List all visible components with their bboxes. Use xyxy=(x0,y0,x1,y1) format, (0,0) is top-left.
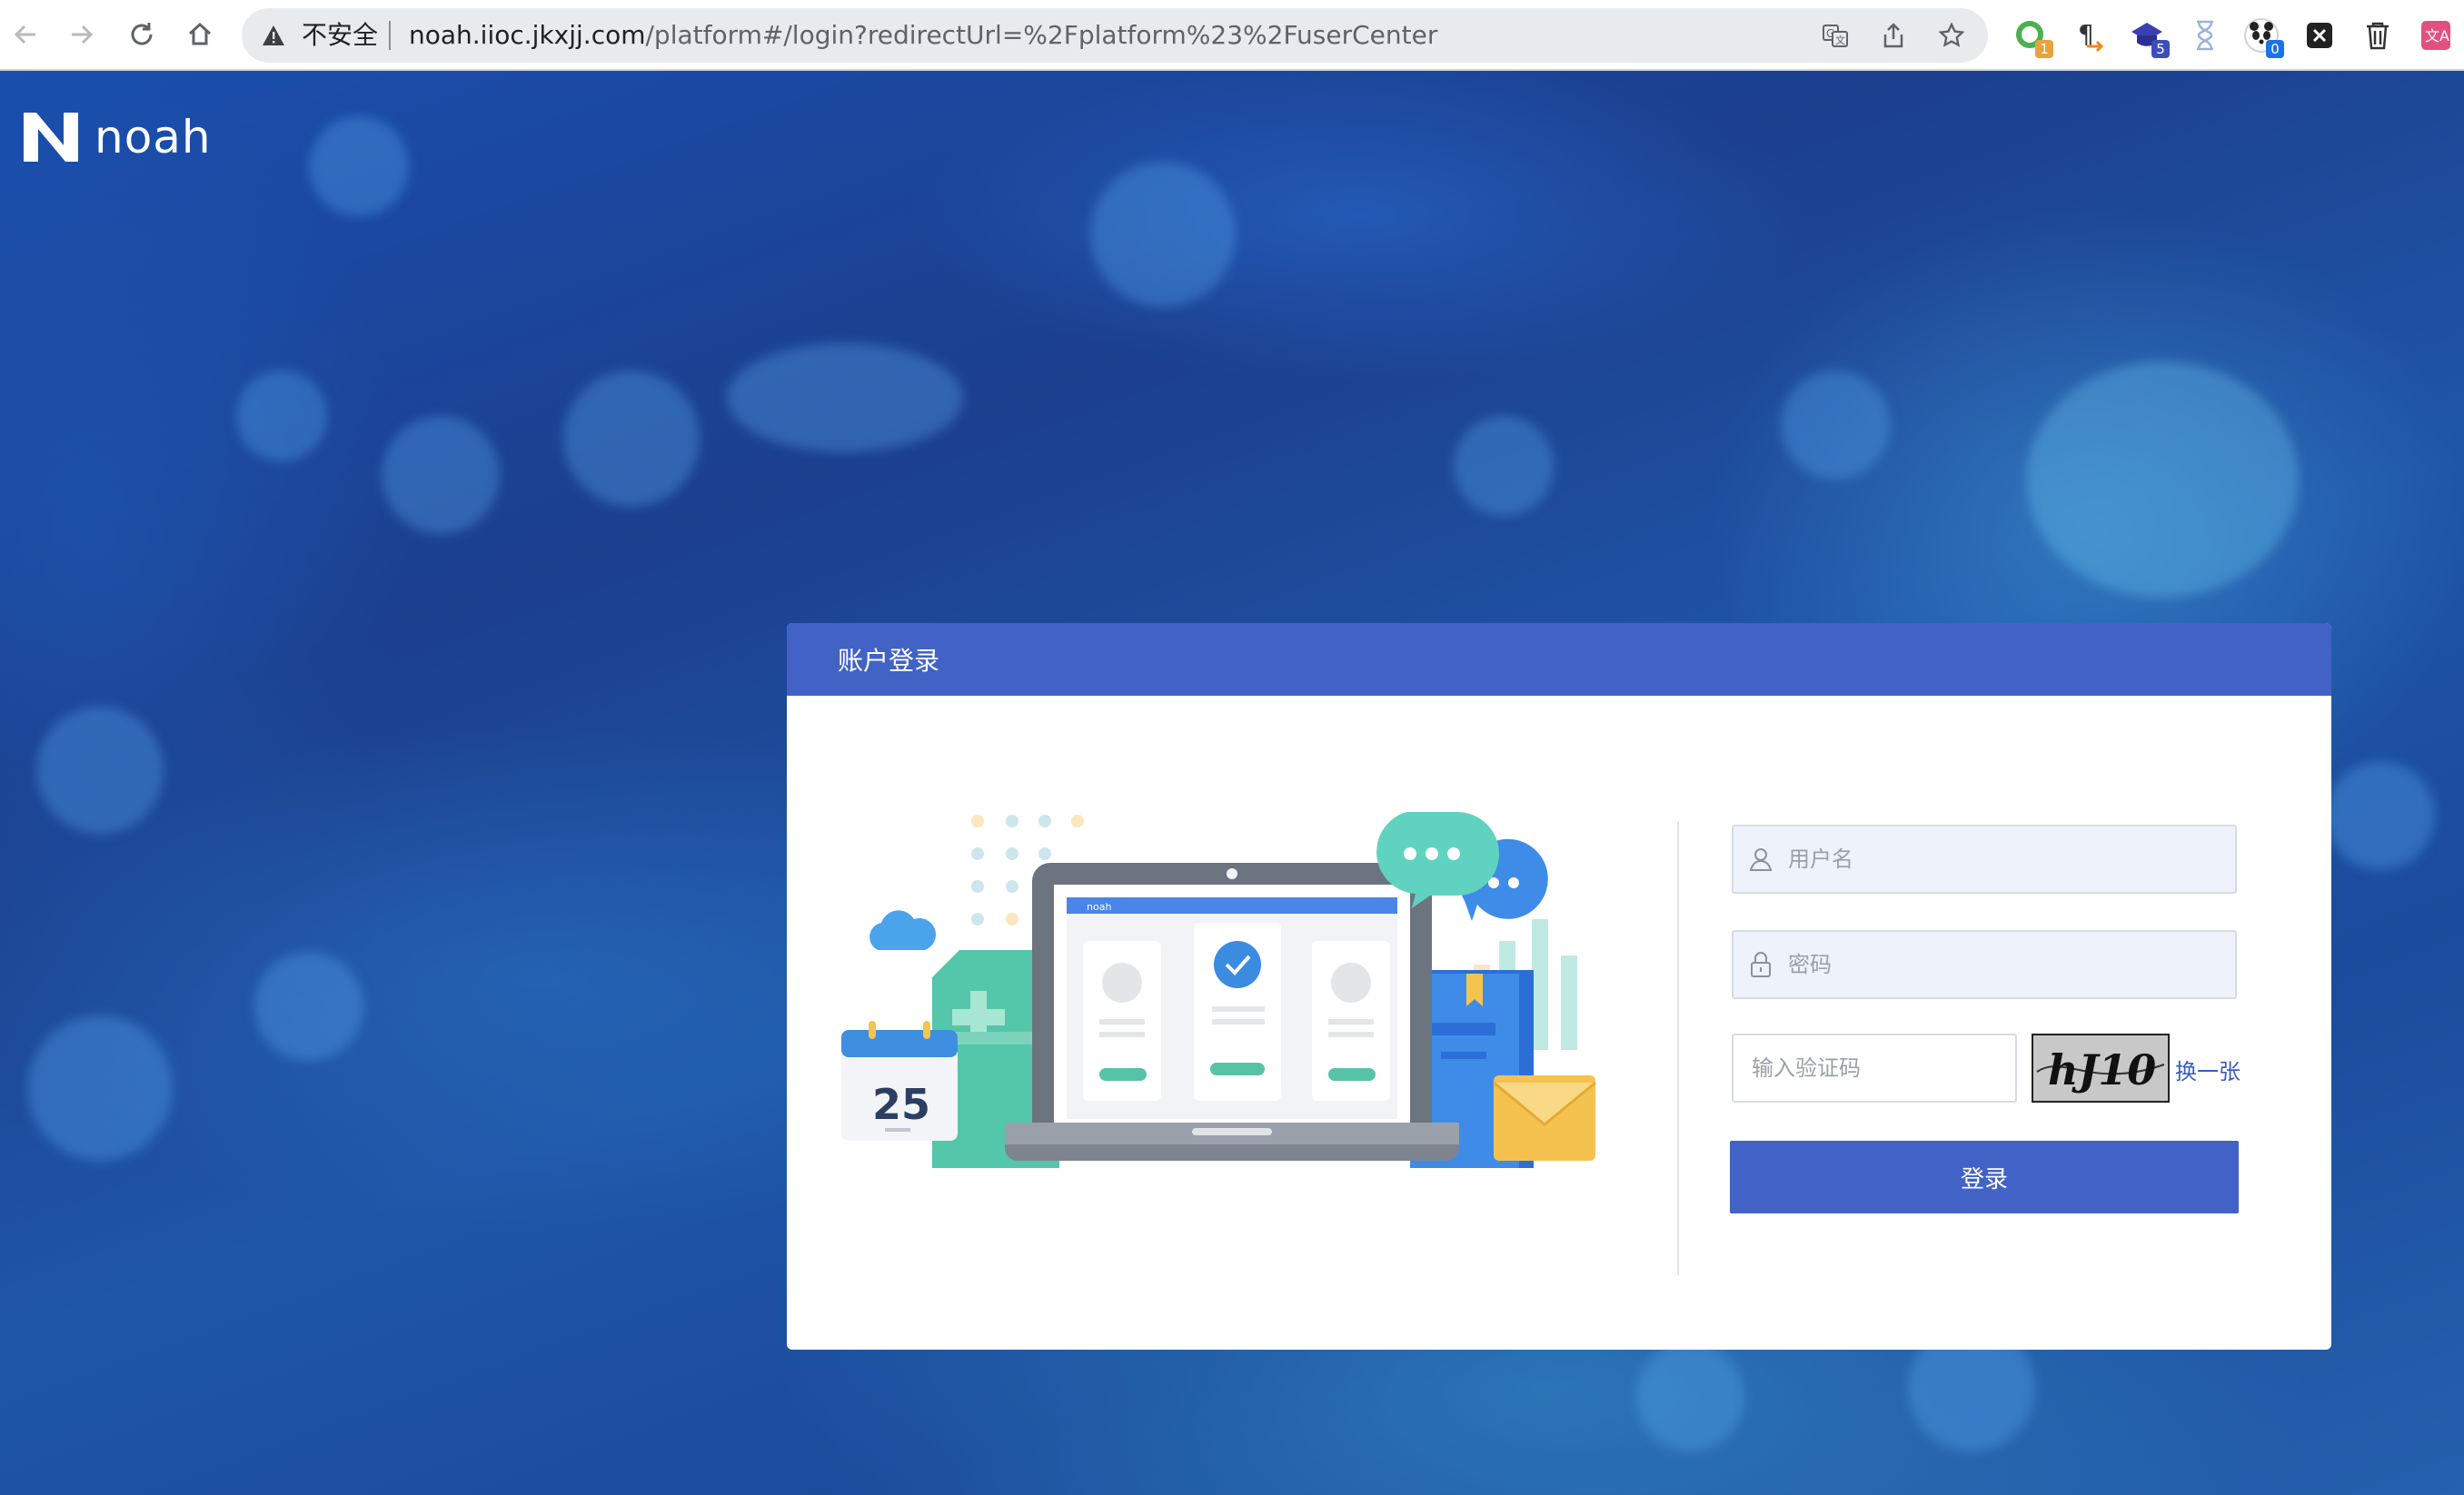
bokeh-light xyxy=(1635,1342,1744,1451)
hourglass-extension-icon[interactable] xyxy=(2186,16,2224,54)
noah-logo-icon xyxy=(24,113,78,162)
mini-brand: noah xyxy=(1087,901,1111,913)
bokeh-light xyxy=(382,416,500,534)
url-separator xyxy=(389,21,391,50)
bokeh-light xyxy=(1454,416,1554,516)
bokeh-light xyxy=(1090,162,1236,307)
bokeh-light xyxy=(563,371,700,507)
laptop-icon: noah xyxy=(1005,863,1459,1161)
reload-icon xyxy=(131,23,153,45)
password-input[interactable] xyxy=(1788,932,2235,997)
pilcrow-extension-icon[interactable]: ¶ xyxy=(2070,16,2108,54)
captcha-field[interactable] xyxy=(1732,1034,2017,1103)
username-field[interactable] xyxy=(1732,825,2237,894)
brand-logo[interactable]: noah xyxy=(22,111,212,163)
form-divider xyxy=(1677,821,1679,1275)
calendar-day: 25 xyxy=(872,1080,930,1129)
extension-badge: 5 xyxy=(2151,40,2170,58)
bokeh-light xyxy=(1781,371,1890,480)
bokeh-light xyxy=(236,371,327,461)
bokeh-light xyxy=(2326,761,2435,870)
bookmark-star-icon[interactable] xyxy=(1935,19,1968,52)
username-input[interactable] xyxy=(1788,827,2235,892)
home-button[interactable] xyxy=(180,15,220,54)
user-icon xyxy=(1734,827,1788,892)
back-button[interactable] xyxy=(5,15,45,54)
forward-button[interactable] xyxy=(62,15,102,54)
translate-page-icon[interactable]: G文 xyxy=(1819,19,1852,52)
url-text[interactable]: noah.iioc.jkxjj.com/platform#/login?redi… xyxy=(409,19,1437,52)
security-label[interactable]: 不安全 xyxy=(302,19,378,52)
login-card-header: 账户登录 xyxy=(787,623,2331,696)
translate-extension-icon[interactable]: 文A xyxy=(2417,16,2455,54)
panda-extension-icon[interactable]: 0 xyxy=(2242,16,2284,58)
svg-text:文: 文 xyxy=(1835,34,1845,46)
login-button[interactable]: 登录 xyxy=(1730,1141,2239,1213)
extension-badge: 1 xyxy=(2035,40,2053,58)
bokeh-light xyxy=(309,116,409,216)
captcha-image[interactable]: hJ10 xyxy=(2032,1034,2170,1103)
home-icon xyxy=(188,22,212,45)
url-path: /platform#/login?redirectUrl=%2Fplatform… xyxy=(645,20,1438,50)
arrow-left-icon xyxy=(14,25,35,45)
extension-badge: 0 xyxy=(2266,40,2284,58)
login-illustration: 25 noah xyxy=(841,812,1596,1168)
bokeh-light xyxy=(727,343,963,452)
browser-toolbar: 不安全 noah.iioc.jkxjj.com/platform#/login?… xyxy=(0,0,2464,71)
share-icon[interactable] xyxy=(1877,19,1910,52)
calendar-icon: 25 xyxy=(841,1021,958,1141)
svg-text:¶: ¶ xyxy=(2078,19,2094,49)
svg-text:文A: 文A xyxy=(2425,27,2449,45)
bokeh-light xyxy=(254,952,363,1061)
address-bar[interactable]: 不安全 noah.iioc.jkxjj.com/platform#/login?… xyxy=(242,8,1988,63)
captcha-text: hJ10 xyxy=(2048,1045,2156,1094)
password-field[interactable] xyxy=(1732,930,2237,999)
bokeh-light xyxy=(36,707,164,834)
trash-extension-icon[interactable] xyxy=(2359,16,2397,54)
captcha-input[interactable] xyxy=(1752,1055,2015,1081)
login-title: 账户登录 xyxy=(838,646,940,676)
arrow-right-icon xyxy=(72,25,94,45)
envelope-icon xyxy=(1493,1075,1596,1161)
refresh-captcha-link[interactable]: 换一张 xyxy=(2175,1054,2240,1085)
bokeh-light xyxy=(2026,361,2299,598)
lock-icon xyxy=(1734,932,1788,997)
green-circle-extension-icon[interactable]: 1 xyxy=(2012,16,2053,58)
bokeh-light xyxy=(27,1015,173,1161)
x-extension-icon[interactable] xyxy=(2300,16,2339,54)
warning-icon xyxy=(262,24,285,51)
cloud-icon xyxy=(869,910,937,950)
login-card: 账户登录 25 noah 用户名 输入验证码 hJ10 换一张 登录 xyxy=(787,623,2331,1350)
brand-name: noah xyxy=(94,111,212,163)
purple-cap-extension-icon[interactable]: 5 xyxy=(2128,16,2170,58)
reload-button[interactable] xyxy=(122,15,162,54)
url-host: noah.iioc.jkxjj.com xyxy=(409,20,646,50)
